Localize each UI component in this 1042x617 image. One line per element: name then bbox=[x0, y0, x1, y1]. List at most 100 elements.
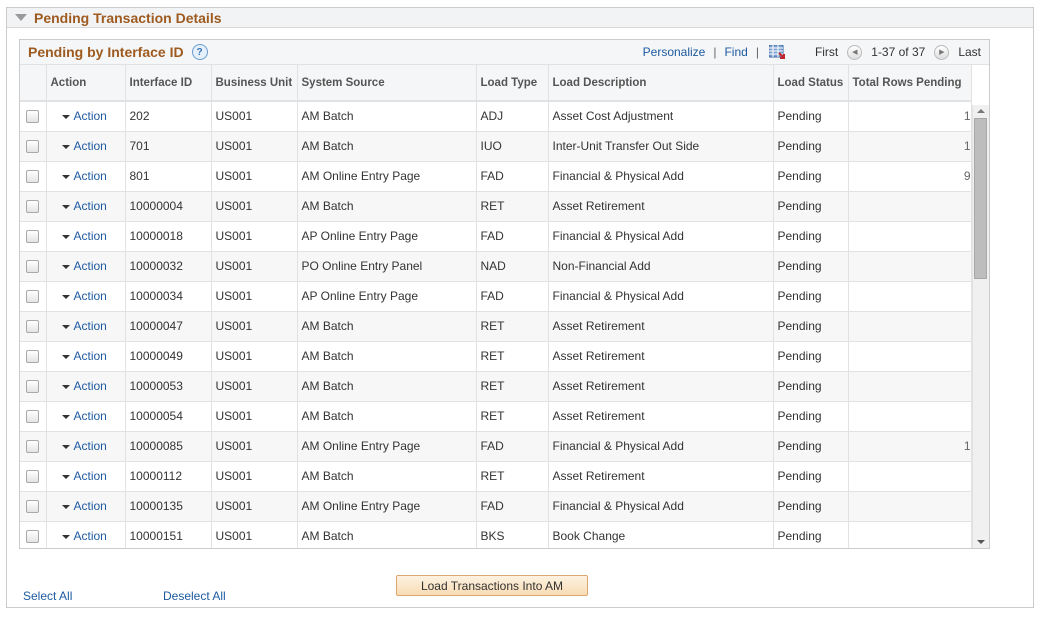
table-row: Action 10000034 US001 AP Online Entry Page F… bbox=[20, 281, 972, 312]
personalize-link[interactable]: Personalize bbox=[643, 45, 706, 59]
column-header-action[interactable]: Action bbox=[46, 65, 126, 102]
row-select-checkbox[interactable] bbox=[26, 229, 39, 243]
interface-id-cell: 202 bbox=[125, 101, 212, 132]
load-type-cell: BKS bbox=[476, 521, 549, 548]
download-to-spreadsheet-icon[interactable] bbox=[768, 44, 785, 59]
load-description-cell: Asset Cost Adjustment bbox=[548, 101, 774, 132]
action-menu[interactable]: Action bbox=[46, 371, 126, 402]
row-select-checkbox[interactable] bbox=[26, 109, 39, 123]
table-row: Action 10000018 US001 AP Online Entry Page F… bbox=[20, 221, 972, 252]
action-menu[interactable]: Action bbox=[46, 311, 126, 342]
load-description-cell: Non-Financial Add bbox=[548, 251, 774, 282]
interface-id-cell: 701 bbox=[125, 131, 212, 162]
load-description-cell: Financial & Physical Add bbox=[548, 491, 774, 522]
row-select-checkbox[interactable] bbox=[26, 409, 39, 423]
load-status-cell: Pending bbox=[773, 251, 849, 282]
business-unit-cell: US001 bbox=[211, 161, 298, 192]
interface-id-cell: 10000085 bbox=[125, 431, 212, 462]
total-rows-pending-cell bbox=[848, 221, 972, 252]
action-menu[interactable]: Action bbox=[46, 131, 126, 162]
column-header-total-rows-pending[interactable]: Total Rows Pending bbox=[848, 65, 972, 102]
action-menu[interactable]: Action bbox=[46, 491, 126, 522]
column-header-load-type[interactable]: Load Type bbox=[476, 65, 549, 102]
row-select-checkbox[interactable] bbox=[26, 259, 39, 273]
system-source-cell: AP Online Entry Page bbox=[297, 221, 477, 252]
row-select-checkbox[interactable] bbox=[26, 319, 39, 333]
collapse-triangle-icon[interactable] bbox=[15, 14, 27, 21]
load-type-cell: RET bbox=[476, 461, 549, 492]
load-description-cell: Financial & Physical Add bbox=[548, 431, 774, 462]
action-menu[interactable]: Action bbox=[46, 161, 126, 192]
row-select-checkbox[interactable] bbox=[26, 349, 39, 363]
deselect-all-link[interactable]: Deselect All bbox=[163, 589, 226, 603]
action-menu[interactable]: Action bbox=[46, 431, 126, 462]
action-menu[interactable]: Action bbox=[46, 191, 126, 222]
find-link[interactable]: Find bbox=[724, 45, 747, 59]
system-source-cell: AM Batch bbox=[297, 461, 477, 492]
caret-down-icon bbox=[61, 174, 70, 179]
row-select-checkbox[interactable] bbox=[26, 529, 39, 543]
row-select-checkbox[interactable] bbox=[26, 169, 39, 183]
pending-transactions-table: Action Interface ID Business Unit System… bbox=[20, 65, 972, 548]
row-select-checkbox[interactable] bbox=[26, 289, 39, 303]
vertical-scrollbar[interactable] bbox=[972, 105, 989, 548]
load-status-cell: Pending bbox=[773, 281, 849, 312]
column-header-interface-id[interactable]: Interface ID bbox=[125, 65, 212, 102]
select-all-link[interactable]: Select All bbox=[23, 589, 72, 603]
select-cell bbox=[20, 251, 47, 282]
system-source-cell: AM Batch bbox=[297, 101, 477, 132]
scrollbar-thumb[interactable] bbox=[974, 118, 987, 279]
table-row: Action 10000085 US001 AM Online Entry Page F… bbox=[20, 431, 972, 462]
caret-down-icon bbox=[61, 504, 70, 509]
select-cell bbox=[20, 101, 47, 132]
load-description-cell: Financial & Physical Add bbox=[548, 221, 774, 252]
system-source-cell: AM Batch bbox=[297, 401, 477, 432]
load-status-cell: Pending bbox=[773, 461, 849, 492]
row-select-checkbox[interactable] bbox=[26, 499, 39, 513]
action-menu[interactable]: Action bbox=[46, 341, 126, 372]
row-select-checkbox[interactable] bbox=[26, 199, 39, 213]
action-menu[interactable]: Action bbox=[46, 521, 126, 548]
caret-down-icon bbox=[61, 234, 70, 239]
previous-page-icon[interactable]: ◀ bbox=[847, 44, 863, 60]
help-icon[interactable]: ? bbox=[191, 44, 208, 60]
row-select-checkbox[interactable] bbox=[26, 139, 39, 153]
total-rows-pending-cell bbox=[848, 281, 972, 312]
column-header-load-description[interactable]: Load Description bbox=[548, 65, 774, 102]
load-description-cell: Inter-Unit Transfer Out Side bbox=[548, 131, 774, 162]
row-select-checkbox[interactable] bbox=[26, 469, 39, 483]
column-header-system-source[interactable]: System Source bbox=[297, 65, 477, 102]
action-menu[interactable]: Action bbox=[46, 251, 126, 282]
next-page-icon[interactable]: ▶ bbox=[934, 44, 950, 60]
scroll-up-arrow-icon[interactable] bbox=[977, 109, 985, 113]
column-header-business-unit[interactable]: Business Unit bbox=[211, 65, 298, 102]
first-link[interactable]: First bbox=[815, 45, 838, 59]
load-type-cell: FAD bbox=[476, 281, 549, 312]
section-header[interactable]: Pending Transaction Details bbox=[7, 8, 1033, 28]
action-menu[interactable]: Action bbox=[46, 221, 126, 252]
caret-down-icon bbox=[61, 414, 70, 419]
last-link[interactable]: Last bbox=[958, 45, 981, 59]
action-menu[interactable]: Action bbox=[46, 461, 126, 492]
select-cell bbox=[20, 461, 47, 492]
table-row: Action 10000047 US001 AM Batch RET Asset Reti… bbox=[20, 311, 972, 342]
table-row: Action 10000032 US001 PO Online Entry Panel… bbox=[20, 251, 972, 282]
action-menu[interactable]: Action bbox=[46, 401, 126, 432]
load-description-cell: Asset Retirement bbox=[548, 371, 774, 402]
load-status-cell: Pending bbox=[773, 221, 849, 252]
grid-title: Pending by Interface ID bbox=[28, 44, 184, 60]
scroll-down-arrow-icon[interactable] bbox=[977, 540, 985, 544]
action-menu[interactable]: Action bbox=[46, 101, 126, 132]
system-source-cell: AM Batch bbox=[297, 371, 477, 402]
action-label: Action bbox=[73, 379, 107, 393]
column-header-select bbox=[20, 65, 47, 102]
row-select-checkbox[interactable] bbox=[26, 439, 39, 453]
business-unit-cell: US001 bbox=[211, 371, 298, 402]
load-transactions-button[interactable]: Load Transactions Into AM bbox=[396, 575, 588, 596]
row-select-checkbox[interactable] bbox=[26, 379, 39, 393]
load-status-cell: Pending bbox=[773, 131, 849, 162]
total-rows-pending-cell bbox=[848, 341, 972, 372]
total-rows-pending-cell: 1 bbox=[848, 131, 972, 162]
action-menu[interactable]: Action bbox=[46, 281, 126, 312]
column-header-load-status[interactable]: Load Status bbox=[773, 65, 849, 102]
